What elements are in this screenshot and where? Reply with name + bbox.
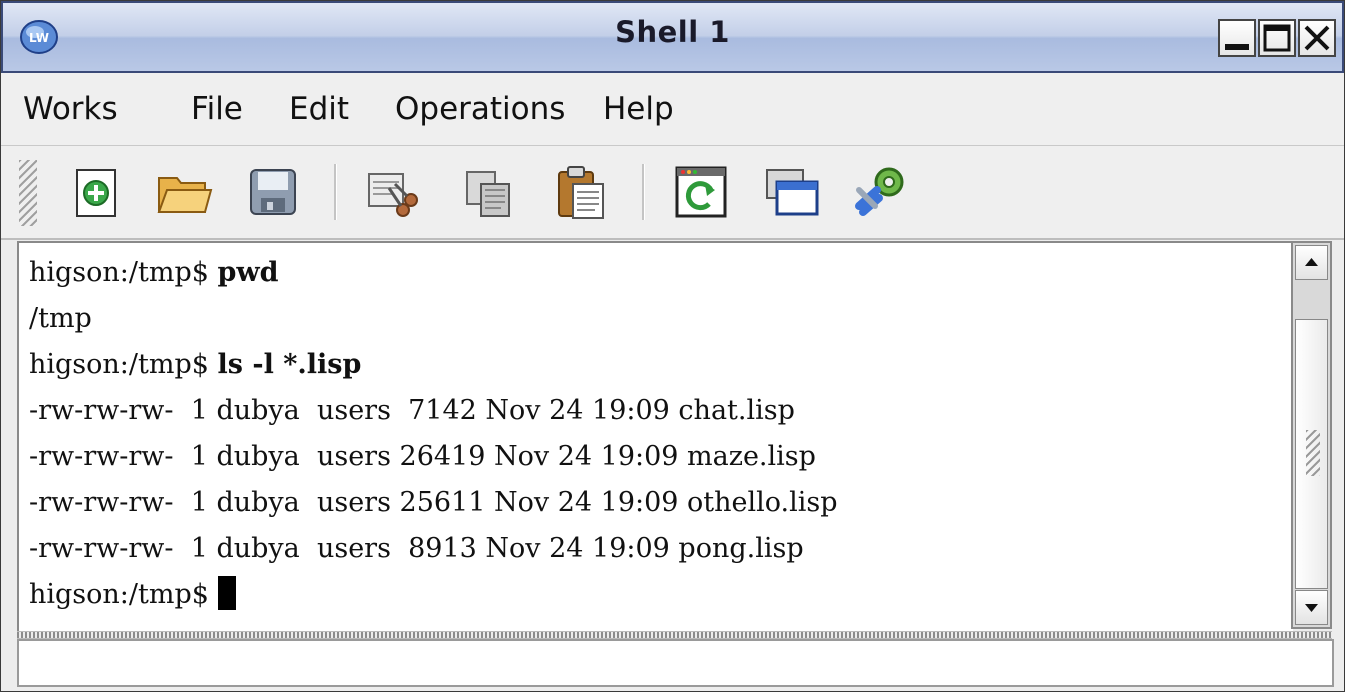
open-folder-icon (157, 177, 213, 213)
terminal-line: /tmp (29, 303, 92, 334)
menu-help[interactable]: Help (603, 91, 674, 127)
paste-clipboard-icon (558, 166, 604, 219)
toolbar (1, 146, 1344, 240)
new-file-icon (76, 169, 116, 217)
minimize-icon (1225, 44, 1249, 50)
toolbar-separator (642, 164, 645, 220)
shell-output[interactable]: higson:/tmp$ pwd /tmp higson:/tmp$ ls -l… (17, 241, 1293, 633)
text-cursor (217, 576, 236, 610)
copy-button[interactable] (457, 160, 521, 224)
terminal-line: -rw-rw-rw- 1 dubya users 8913 Nov 24 19:… (29, 533, 804, 564)
menu-edit[interactable]: Edit (289, 91, 349, 127)
scroll-grip (1306, 430, 1320, 476)
new-window-button[interactable] (759, 160, 823, 224)
refresh-icon (675, 166, 727, 218)
close-icon (1304, 25, 1330, 51)
scroll-up-button[interactable] (1295, 245, 1328, 280)
save-button[interactable] (241, 160, 305, 224)
terminal-line: higson:/tmp$ pwd (29, 250, 279, 296)
copy-icon (466, 171, 510, 217)
terminal-line: higson:/tmp$ (29, 572, 236, 618)
shell-prompt: higson:/tmp$ (29, 579, 218, 610)
toolbar-separator (334, 164, 337, 220)
save-disk-icon (250, 169, 296, 215)
shell-command: pwd (217, 257, 279, 288)
tools-icon (855, 167, 904, 216)
window-title: Shell 1 (615, 15, 730, 49)
terminal-line: -rw-rw-rw- 1 dubya users 26419 Nov 24 19… (29, 441, 816, 472)
terminal-line: -rw-rw-rw- 1 dubya users 25611 Nov 24 19… (29, 487, 838, 518)
scroll-down-button[interactable] (1295, 590, 1328, 625)
cut-scissors-icon (368, 173, 418, 217)
paste-button[interactable] (549, 160, 613, 224)
title-bar[interactable]: LW Shell 1 (1, 1, 1344, 73)
menu-bar: Works File Edit Operations Help (1, 73, 1344, 146)
tools-button[interactable] (849, 160, 913, 224)
shell-prompt: higson:/tmp$ (29, 257, 218, 288)
scroll-thumb[interactable] (1295, 319, 1328, 589)
shell-command: ls -l *.lisp (217, 349, 362, 380)
terminal-line: -rw-rw-rw- 1 dubya users 7142 Nov 24 19:… (29, 395, 795, 426)
cut-button[interactable] (359, 160, 423, 224)
vertical-scrollbar[interactable] (1291, 241, 1332, 629)
refresh-button[interactable] (669, 160, 733, 224)
menu-operations[interactable]: Operations (395, 91, 565, 127)
menu-file[interactable]: File (191, 91, 243, 127)
minimize-button[interactable] (1218, 19, 1256, 57)
shell-prompt: higson:/tmp$ (29, 349, 218, 380)
maximize-button[interactable] (1258, 19, 1296, 57)
echo-area[interactable] (17, 639, 1334, 687)
open-button[interactable] (151, 160, 215, 224)
close-button[interactable] (1298, 19, 1336, 57)
shell-window: LW Shell 1 Works File Edit Operations He… (0, 0, 1345, 692)
menu-works[interactable]: Works (23, 91, 118, 127)
window-icon (766, 169, 819, 216)
maximize-icon (1263, 24, 1291, 52)
pane-splitter[interactable] (17, 631, 1332, 639)
arrow-down-icon (1305, 604, 1318, 612)
new-button[interactable] (63, 160, 127, 224)
toolbar-grip[interactable] (19, 160, 37, 226)
arrow-up-icon (1305, 258, 1318, 266)
terminal-line: higson:/tmp$ ls -l *.lisp (29, 342, 361, 388)
